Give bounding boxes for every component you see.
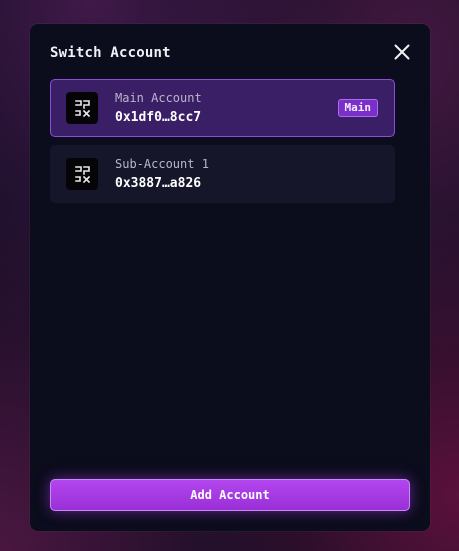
modal-title: Switch Account: [50, 45, 171, 61]
switch-account-modal: Switch Account Main Account 0x1df0…8cc7 …: [30, 24, 430, 531]
close-icon: [394, 44, 410, 60]
account-list: Main Account 0x1df0…8cc7 Main Sub-Accoun…: [50, 79, 395, 211]
close-button[interactable]: [392, 42, 412, 62]
account-item-main[interactable]: Main Account 0x1df0…8cc7 Main: [50, 79, 395, 137]
account-name: Main Account: [115, 91, 202, 105]
main-badge: Main: [337, 99, 378, 117]
account-item-sub-1[interactable]: Sub-Account 1 0x3887…a826: [50, 145, 395, 203]
add-account-button[interactable]: Add Account: [50, 479, 410, 511]
account-address: 0x1df0…8cc7: [115, 110, 202, 125]
wallet-logo-icon: [66, 92, 98, 124]
account-name: Sub-Account 1: [115, 157, 209, 171]
account-address: 0x3887…a826: [115, 176, 202, 191]
modal-header: Switch Account: [50, 42, 412, 66]
wallet-logo-icon: [66, 158, 98, 190]
